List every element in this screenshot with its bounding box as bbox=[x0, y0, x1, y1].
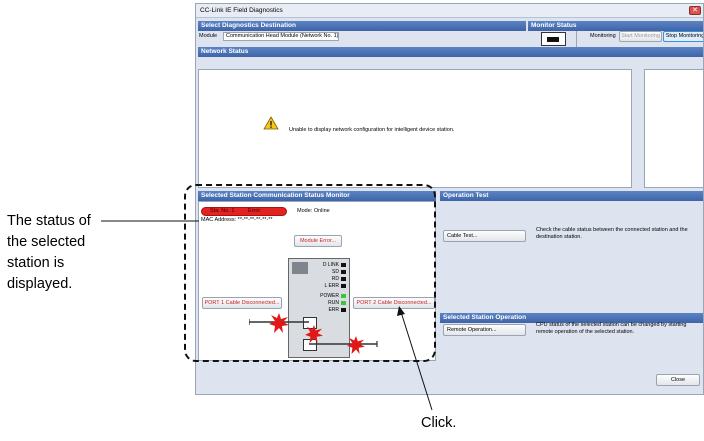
annotation-leaders bbox=[101, 220, 433, 411]
click-callout: Click. bbox=[421, 415, 457, 431]
